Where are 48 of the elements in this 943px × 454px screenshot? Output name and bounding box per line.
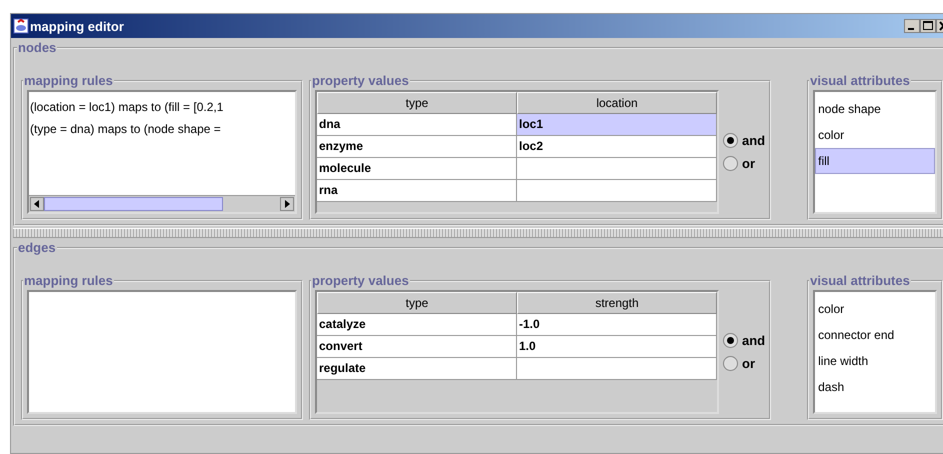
minimize-icon[interactable] (904, 19, 920, 33)
attributes-list[interactable]: color connector end line width dash (813, 290, 938, 414)
column-header[interactable]: location (517, 92, 717, 114)
rule-item[interactable]: (location = loc1) maps to (fill = [0.2,1 (29, 96, 295, 118)
column-header[interactable]: strength (517, 292, 717, 314)
list-item[interactable]: dash (815, 374, 936, 400)
table-cell[interactable]: dna (317, 114, 517, 136)
table-cell[interactable]: 1.0 (517, 336, 717, 358)
section-title: nodes (17, 40, 58, 55)
list-item[interactable]: line width (815, 348, 936, 374)
window-title: mapping editor (30, 18, 125, 34)
table-cell[interactable]: loc1 (517, 114, 717, 136)
radio-button[interactable]: and (723, 333, 766, 348)
radio-button[interactable]: or (723, 356, 766, 371)
list-item[interactable]: fill (815, 148, 936, 174)
table-cell[interactable]: -1.0 (517, 314, 717, 336)
list-item[interactable]: color (815, 122, 936, 148)
group-title: mapping rules (23, 273, 114, 288)
rules-list[interactable] (27, 290, 297, 414)
group-title: property values (311, 273, 410, 288)
column-header[interactable]: type (317, 292, 517, 314)
rules-list[interactable]: (location = loc1) maps to (fill = [0.2,1 (type = dna) maps to (node shape = (27, 90, 297, 214)
group-title: visual attributes (809, 273, 911, 288)
list-item[interactable]: color (815, 296, 936, 322)
table-cell[interactable] (517, 180, 717, 202)
splitter[interactable] (13, 228, 943, 238)
table-cell[interactable]: regulate (317, 358, 517, 380)
list-item[interactable]: connector end (815, 322, 936, 348)
group-title: property values (311, 73, 410, 88)
table-cell[interactable]: catalyze (317, 314, 517, 336)
group-title: visual attributes (809, 73, 911, 88)
column-header[interactable]: type (317, 92, 517, 114)
table-cell[interactable]: enzyme (317, 136, 517, 158)
rule-item[interactable]: (type = dna) maps to (node shape = (29, 118, 295, 140)
table-cell[interactable]: convert (317, 336, 517, 358)
horizontal-scrollbar[interactable] (29, 195, 295, 212)
app-icon (13, 18, 29, 34)
radio-button[interactable]: or (723, 156, 766, 171)
table-cell[interactable]: rna (317, 180, 517, 202)
section-title: edges (17, 240, 57, 255)
attributes-list[interactable]: node shape color fill (813, 90, 938, 214)
table-cell[interactable] (517, 358, 717, 380)
table-cell[interactable]: loc2 (517, 136, 717, 158)
group-title: mapping rules (23, 73, 114, 88)
list-item[interactable]: node shape (815, 96, 936, 122)
table-cell[interactable]: molecule (317, 158, 517, 180)
radio-button[interactable]: and (723, 133, 766, 148)
table-cell[interactable] (517, 158, 717, 180)
